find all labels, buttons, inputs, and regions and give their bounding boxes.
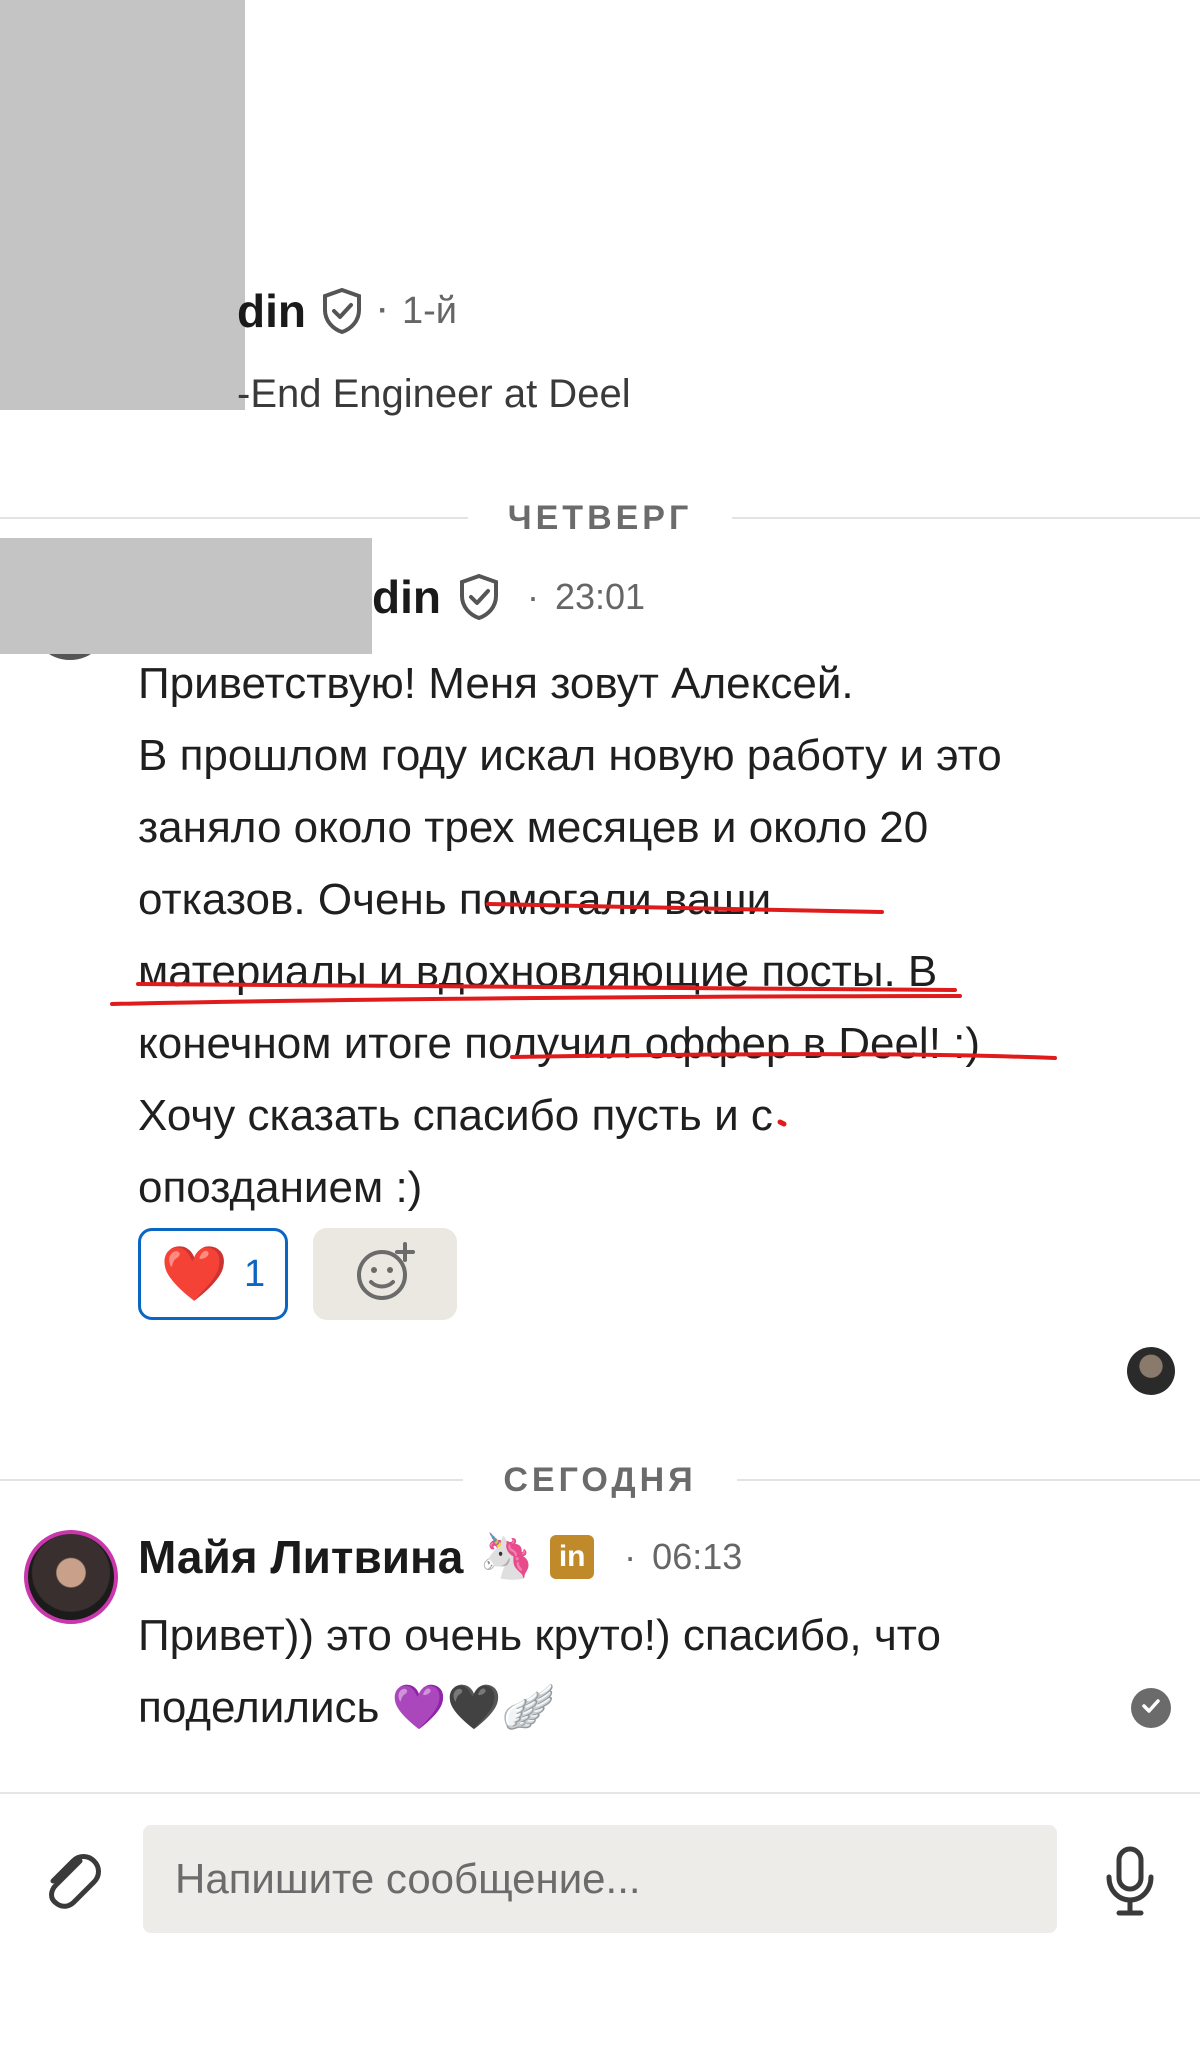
heart-reaction-button[interactable]: ❤️ 1 — [138, 1228, 288, 1320]
sender-name[interactable]: din — [372, 570, 441, 624]
message-timestamp: 06:13 — [652, 1536, 743, 1577]
separator-dot: · — [377, 294, 388, 327]
divider — [0, 517, 468, 519]
day-separator-today: СЕГОДНЯ — [0, 1460, 1200, 1500]
microphone-button[interactable] — [1100, 1845, 1160, 1919]
divider — [736, 1479, 1200, 1481]
separator-dot: · — [526, 576, 539, 617]
add-reaction-icon — [353, 1240, 417, 1309]
message-text: Привет)) это очень круто!) спасибо, что … — [138, 1611, 941, 1732]
redaction-box — [0, 0, 245, 410]
microphone-icon — [1100, 1846, 1160, 1923]
profile-headline: -End Engineer at Deel — [237, 372, 631, 416]
heart-icon: ❤️ — [160, 1244, 229, 1304]
divider — [732, 517, 1200, 519]
day-label: СЕГОДНЯ — [503, 1460, 697, 1499]
read-receipt-avatar — [1127, 1347, 1175, 1395]
day-label: ЧЕТВЕРГ — [507, 498, 693, 537]
day-separator-thursday: ЧЕТВЕРГ — [0, 498, 1200, 538]
sender-name[interactable]: Майя Литвина — [138, 1530, 463, 1584]
conversation-screen: din · 1-й -End Engineer at Deel ЧЕТВЕРГ … — [0, 0, 1200, 2065]
profile-header-name[interactable]: din · 1-й — [237, 284, 457, 338]
divider — [0, 1479, 464, 1481]
avatar[interactable] — [24, 1530, 118, 1624]
unicorn-emoji: 🦄 — [479, 1532, 535, 1581]
message-text: Приветствую! Меня зовут Алексей. В прошл… — [138, 659, 1002, 1212]
paperclip-icon — [36, 1854, 106, 1919]
message-body: Привет)) это очень круто!) спасибо, что … — [138, 1600, 1098, 1744]
message-header: Майя Литвина 🦄 in · 06:13 — [138, 1530, 742, 1584]
message-input[interactable] — [143, 1825, 1057, 1933]
separator-dot: · — [624, 1536, 637, 1577]
message-header: din · 23:01 — [372, 570, 645, 624]
shield-check-icon — [320, 287, 364, 335]
connection-degree: 1-й — [401, 289, 457, 332]
redaction-box — [0, 538, 372, 654]
read-status-check — [1131, 1688, 1171, 1728]
premium-badge-icon: in — [550, 1535, 595, 1579]
attach-button[interactable] — [36, 1845, 106, 1915]
message-timestamp: 23:01 — [554, 576, 646, 617]
reaction-count: 1 — [244, 1252, 266, 1295]
check-icon — [1139, 1694, 1163, 1723]
message-body: Приветствую! Меня зовут Алексей. В прошл… — [138, 648, 1148, 1224]
profile-name-text: din — [237, 285, 306, 337]
add-reaction-button[interactable] — [313, 1228, 457, 1320]
shield-check-icon — [457, 573, 501, 621]
divider — [0, 1792, 1200, 1794]
